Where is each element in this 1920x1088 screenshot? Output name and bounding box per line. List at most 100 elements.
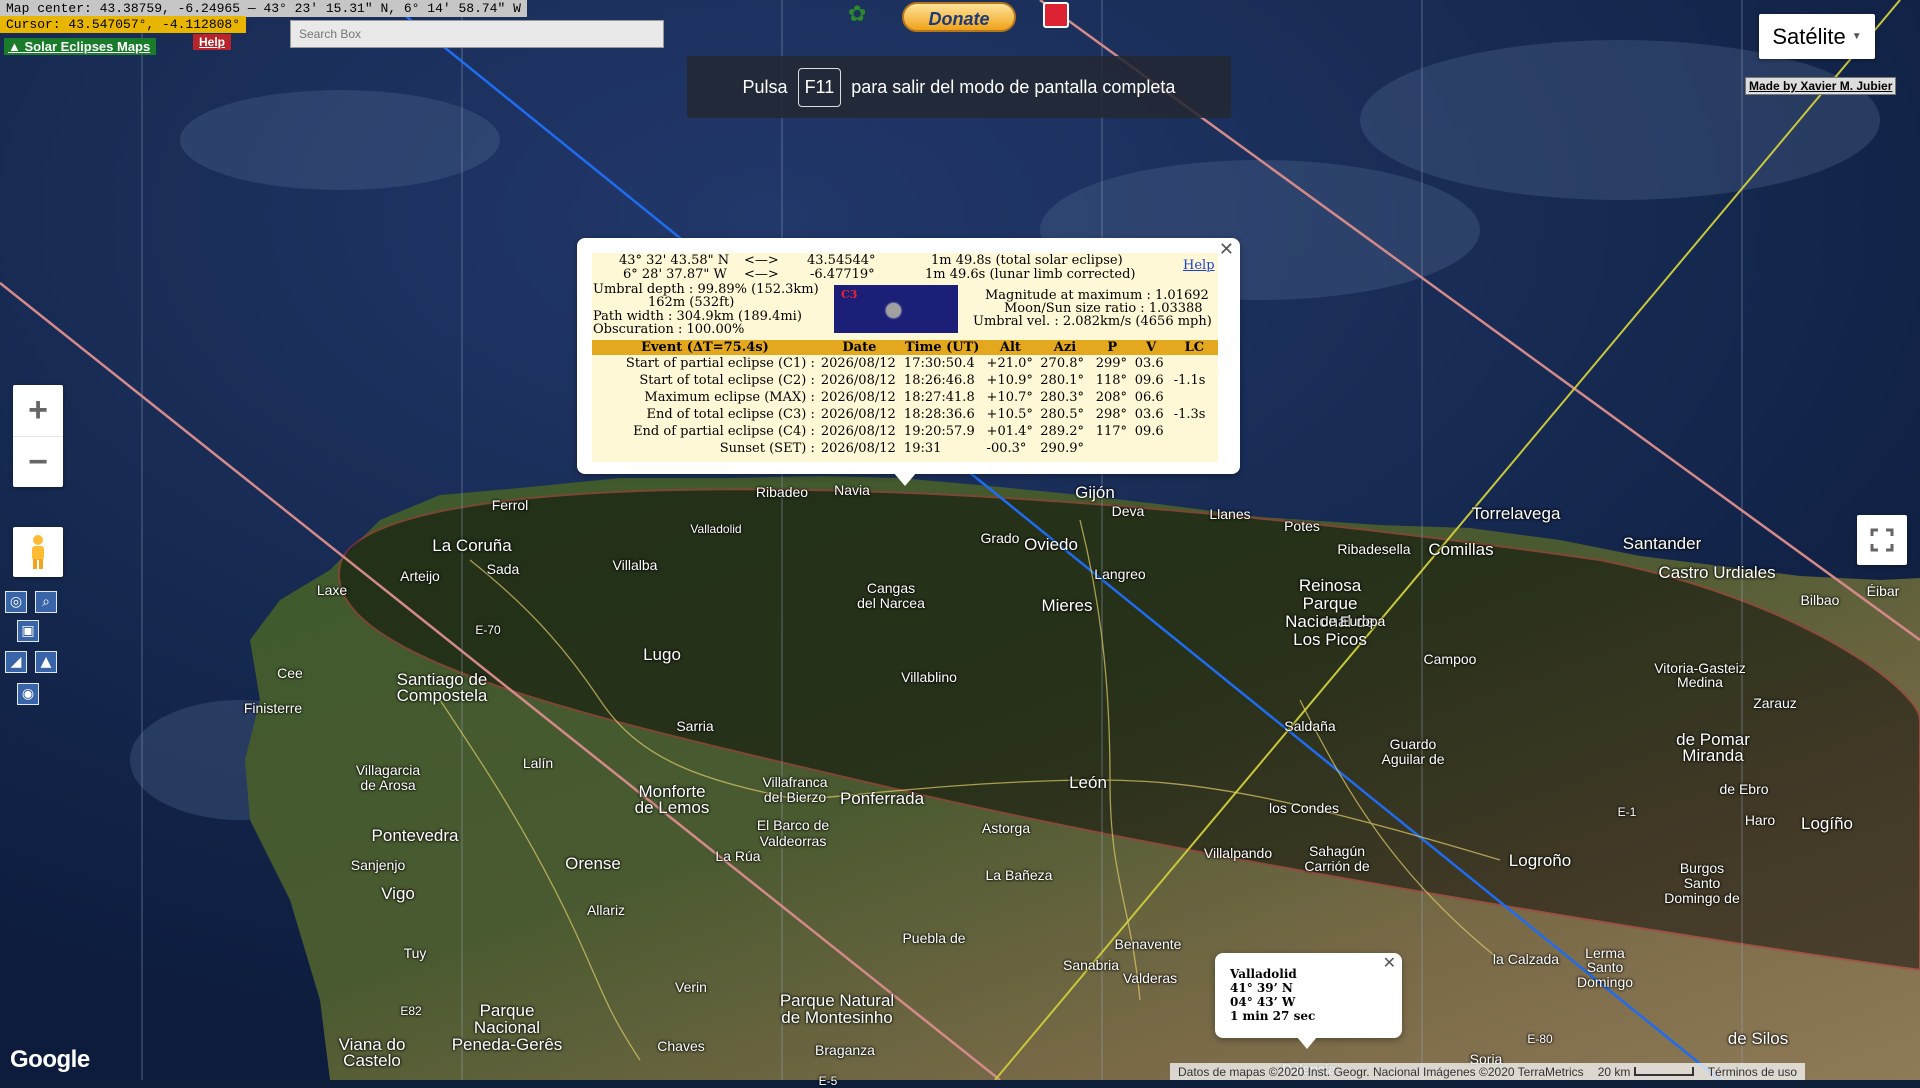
duration-total: 1m 49.8s (total solar eclipse)	[931, 253, 1123, 268]
event-cell-azi: 280.3°	[1040, 390, 1084, 405]
contact-label: C3	[841, 288, 858, 301]
locate-icon[interactable]: ◎	[5, 591, 27, 613]
street-view-pegman-icon[interactable]	[13, 527, 63, 577]
elevation: 162m (532ft)	[648, 295, 735, 310]
place-label: Ferrol	[491, 497, 529, 513]
event-cell-p	[1093, 440, 1132, 457]
event-row: End of partial eclipse (C4) : 2026/08/12 1…	[592, 423, 1218, 440]
place-label: E-5	[818, 1074, 838, 1088]
terms-link[interactable]: Términos de uso	[1708, 1065, 1797, 1079]
lon-arrow: <—>	[744, 267, 779, 282]
event-cell-v: 06.6	[1134, 390, 1164, 405]
place-label: La Rúa	[715, 848, 761, 864]
zoom-search-icon[interactable]: ⌕	[35, 591, 57, 613]
holly-icon: ✿	[848, 2, 867, 27]
settings-icon[interactable]: ◉	[17, 683, 39, 705]
place-label: Mieres	[1041, 596, 1093, 615]
event-cell-event: Start of partial eclipse (C1) :	[625, 356, 815, 371]
place-label: Haro	[1744, 812, 1776, 828]
event-cell-alt: -00.3°	[986, 441, 1027, 456]
event-row: End of total eclipse (C3) : 2026/08/12 18:…	[592, 406, 1218, 423]
place-label: Zarauz	[1753, 695, 1797, 711]
search-input[interactable]	[290, 20, 664, 48]
help-button[interactable]: Help	[193, 34, 232, 50]
elevation-icon[interactable]: ▲	[35, 651, 57, 673]
place-label: Valderas	[1122, 970, 1178, 986]
event-cell-alt: +10.7°	[986, 390, 1033, 405]
place-label: E82	[400, 1004, 422, 1018]
place-label: E-1	[1617, 805, 1637, 819]
event-cell-time: 18:26:46.8	[903, 373, 975, 388]
place-label: Lugo	[643, 645, 681, 664]
donate-button[interactable]: Donate	[902, 2, 1016, 32]
place-label: Santo	[1586, 959, 1624, 975]
gift-icon[interactable]	[1043, 2, 1069, 28]
place-label: Comillas	[1428, 540, 1494, 559]
place-label: Torrelavega	[1471, 504, 1561, 523]
event-cell-v: 03.6	[1134, 407, 1164, 422]
fullscreen-toggle-icon[interactable]	[1857, 515, 1907, 565]
f11-key: F11	[797, 67, 842, 107]
place-label: Puebla de	[902, 930, 966, 946]
map-data-credit[interactable]: Datos de mapas ©2020 Inst. Geogr. Nacion…	[1178, 1065, 1584, 1079]
place-label: Castelo	[343, 1051, 401, 1070]
place-label: los Condes	[1268, 800, 1340, 816]
header-alt: Alt	[999, 340, 1021, 355]
event-cell-event: Maximum eclipse (MAX) :	[644, 390, 815, 405]
place-label: del Narcea	[857, 595, 925, 611]
place-label: Guardo	[1389, 736, 1437, 752]
lat-decimal: 43.54544°	[807, 253, 876, 268]
place-label: Llanes	[1209, 506, 1251, 522]
obscuration: Obscuration : 100.00%	[593, 322, 745, 337]
place-label: Verin	[675, 979, 707, 995]
zoom-out-button[interactable]: −	[13, 437, 63, 488]
author-credit-link[interactable]: Made by Xavier M. Jubier	[1745, 77, 1897, 95]
place-label: Sahagún	[1308, 843, 1366, 859]
map-center-readout: Map center: 43.38759, -6.24965 — 43° 23'…	[0, 0, 527, 17]
notice-prefix: Pulsa	[742, 76, 788, 97]
place-label: de Arosa	[360, 777, 416, 793]
google-logo: Google	[10, 1046, 90, 1073]
place-label: La Bañeza	[985, 867, 1053, 883]
event-cell-time: 19:31	[903, 441, 942, 456]
ruler-icon[interactable]: ◢	[5, 651, 27, 673]
header-v: V	[1146, 340, 1157, 355]
place-label: Villafranca	[762, 774, 828, 790]
event-cell-lc: -1.1s	[1173, 373, 1206, 388]
place-label: Braganza	[815, 1042, 875, 1058]
solar-eclipses-maps-link[interactable]: ▲ Solar Eclipses Maps	[4, 38, 157, 55]
place-label: Los Picos	[1293, 630, 1367, 649]
place-label: Sanjenjo	[350, 857, 406, 873]
city-popup: ✕ Valladolid 41° 39’ N 04° 43’ W 1 min 2…	[1215, 953, 1402, 1049]
place-label: Parque	[1302, 594, 1358, 613]
place-label: Laxe	[316, 582, 348, 598]
place-label: de Lemos	[634, 798, 710, 817]
event-cell-date: 2026/08/12	[820, 390, 896, 405]
lat-dms: 43° 32' 43.58" N	[619, 253, 730, 268]
place-label: Grado	[980, 530, 1020, 546]
chevron-down-icon: ▼	[1851, 31, 1862, 42]
event-cell-v: 09.6	[1134, 424, 1164, 439]
close-icon[interactable]: ✕	[1383, 953, 1396, 972]
place-label: Santander	[1622, 534, 1702, 553]
place-label: Gijón	[1075, 483, 1115, 502]
popup-tail	[893, 472, 917, 486]
place-label: Reinosa	[1298, 576, 1362, 595]
event-cell-azi: 270.8°	[1040, 356, 1084, 371]
event-cell-event: Sunset (SET) :	[719, 441, 815, 456]
car-icon[interactable]: ▣	[17, 620, 39, 642]
close-icon[interactable]: ✕	[1219, 239, 1234, 260]
place-label: Villalba	[612, 557, 658, 573]
event-cell-date: 2026/08/12	[820, 356, 896, 371]
event-cell-v	[1132, 440, 1171, 457]
city-lat: 41° 39’ N	[1230, 981, 1293, 995]
event-cell-lc	[1171, 355, 1218, 372]
event-cell-lc	[1171, 389, 1218, 406]
place-label: Ponferrada	[839, 789, 925, 808]
map-type-selector[interactable]: Satélite ▼	[1759, 14, 1875, 59]
zoom-in-button[interactable]: +	[13, 385, 63, 437]
place-label: Santo	[1683, 875, 1721, 891]
popup-help-link[interactable]: Help	[1183, 259, 1215, 273]
place-label: León	[1069, 773, 1107, 792]
place-label: Finisterre	[243, 700, 303, 716]
